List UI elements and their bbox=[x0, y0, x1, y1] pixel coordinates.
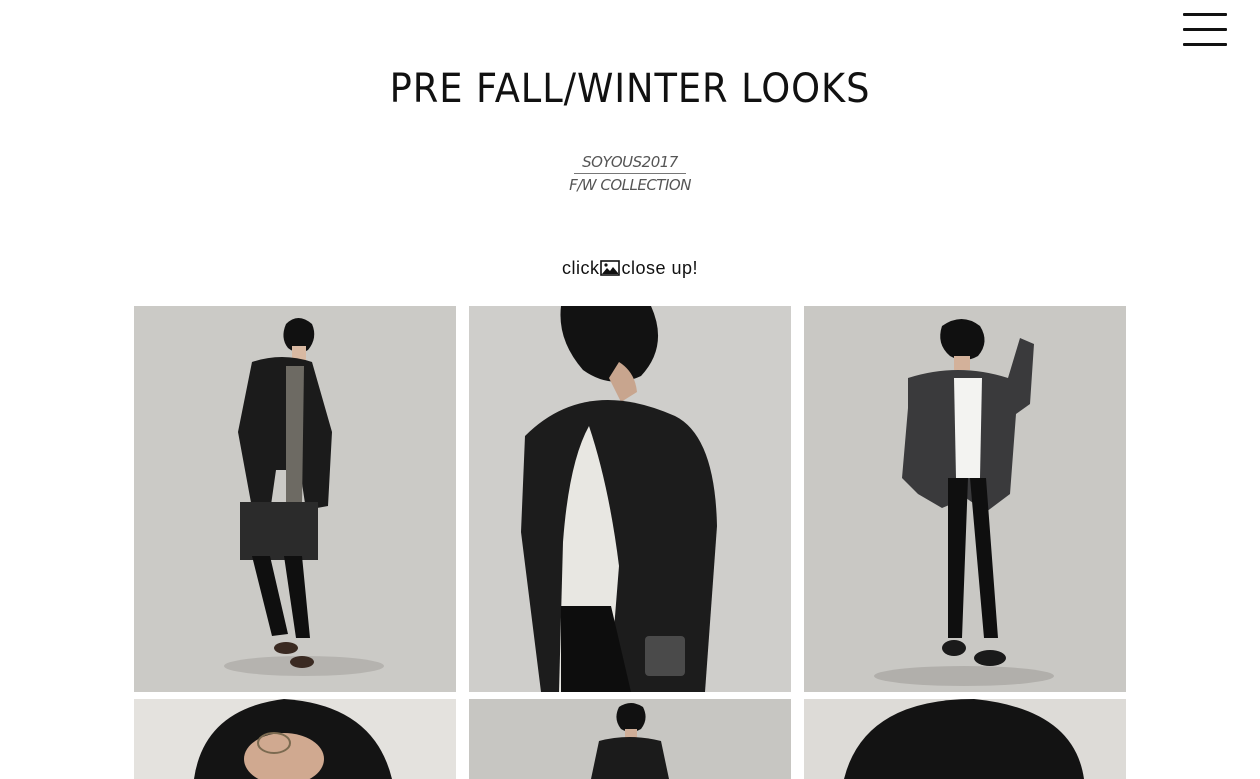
look-5-image bbox=[469, 699, 791, 779]
page-title: PRE FALL/WINTER LOOKS bbox=[389, 66, 871, 112]
look-5-thumbnail[interactable] bbox=[469, 699, 791, 779]
look-1-thumbnail[interactable] bbox=[134, 306, 456, 692]
look-1-image bbox=[134, 306, 456, 692]
look-2-image bbox=[469, 306, 791, 692]
collection-line-2: F/W COLLECTION bbox=[569, 176, 691, 194]
hint-text-before: click bbox=[561, 258, 600, 278]
hamburger-menu-icon[interactable] bbox=[1181, 12, 1229, 48]
look-6-thumbnail[interactable] bbox=[804, 699, 1126, 779]
look-3-thumbnail[interactable] bbox=[804, 306, 1126, 692]
collection-logo: SOYOUS2017 F/W COLLECTION bbox=[560, 152, 700, 196]
menu-line bbox=[1183, 13, 1227, 16]
hint-text-after: close up! bbox=[621, 258, 699, 278]
menu-line bbox=[1183, 43, 1227, 46]
look-4-image bbox=[134, 699, 456, 779]
menu-line bbox=[1183, 28, 1227, 31]
look-4-thumbnail[interactable] bbox=[134, 699, 456, 779]
look-3-image bbox=[804, 306, 1126, 692]
collection-line-1: SOYOUS2017 bbox=[574, 152, 686, 174]
look-2-thumbnail[interactable] bbox=[469, 306, 791, 692]
close-up-hint: click close up! bbox=[0, 258, 1260, 279]
look-6-image bbox=[804, 699, 1126, 779]
picture-icon bbox=[600, 260, 621, 276]
